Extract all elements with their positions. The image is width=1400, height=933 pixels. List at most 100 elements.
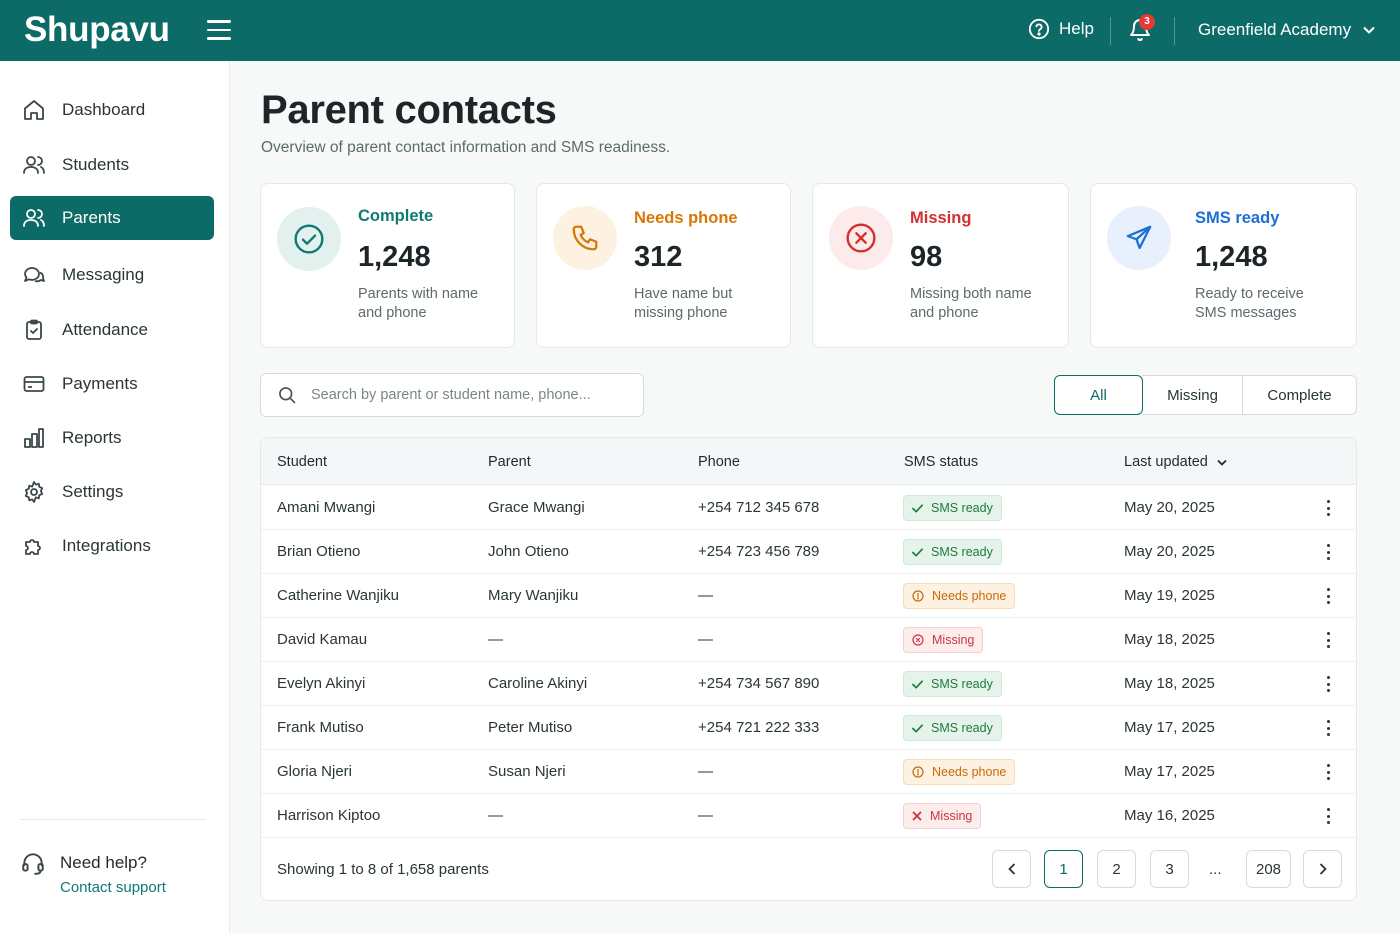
sidebar: Dashboard Students Parents Messaging Att…	[0, 61, 230, 933]
cell-phone: —	[698, 807, 713, 824]
check-icon	[912, 723, 923, 733]
table-row[interactable]: Amani Mwangi Grace Mwangi +254 712 345 678…	[261, 486, 1356, 530]
cell-student: Brian Otieno	[277, 543, 361, 560]
sidebar-item-parents[interactable]: Parents	[10, 196, 214, 240]
x-circle-icon	[912, 634, 924, 646]
card-value: 312	[634, 241, 683, 273]
cell-last-updated: May 20, 2025	[1124, 499, 1215, 516]
cell-parent: —	[488, 631, 503, 648]
card-value: 1,248	[358, 241, 431, 273]
menu-toggle-button[interactable]	[207, 20, 233, 42]
x-icon	[912, 811, 922, 821]
chevron-down-icon	[1217, 459, 1227, 466]
sidebar-item-settings[interactable]: Settings	[10, 470, 214, 514]
cell-parent: Grace Mwangi	[488, 499, 585, 516]
row-actions-icon[interactable]	[1324, 498, 1332, 518]
table-row[interactable]: Gloria Njeri Susan Njeri — Needs phone May 1…	[261, 750, 1356, 794]
status-badge: SMS ready	[903, 671, 1002, 697]
card-icon-circle	[553, 206, 617, 270]
sidebar-item-students[interactable]: Students	[10, 143, 214, 187]
divider	[1174, 17, 1175, 45]
filter-missing[interactable]: Missing	[1142, 375, 1243, 415]
check-icon	[912, 547, 923, 557]
page-button-last[interactable]: 208	[1246, 850, 1291, 888]
cell-last-updated: May 17, 2025	[1124, 763, 1215, 780]
sidebar-item-payments[interactable]: Payments	[10, 362, 214, 406]
contact-support-link[interactable]: Contact support	[60, 879, 166, 896]
status-badge: Needs phone	[903, 759, 1016, 785]
brand-logo[interactable]: Shupavu	[24, 10, 170, 50]
column-header-parent[interactable]: Parent	[488, 454, 531, 470]
alert-circle-icon	[912, 590, 924, 602]
prev-page-button[interactable]	[992, 850, 1031, 888]
help-button[interactable]: Help	[1028, 18, 1094, 40]
cell-student: Frank Mutiso	[277, 719, 364, 736]
card-icon-circle	[277, 207, 341, 271]
status-label: Needs phone	[932, 589, 1007, 603]
clipboard-check-icon	[26, 319, 42, 340]
users-icon	[23, 209, 45, 227]
check-circle-icon	[294, 224, 324, 254]
org-switcher[interactable]: Greenfield Academy	[1198, 20, 1375, 40]
column-header-phone[interactable]: Phone	[698, 454, 740, 470]
sidebar-item-label: Parents	[62, 208, 121, 227]
sidebar-divider	[20, 819, 206, 820]
filter-complete[interactable]: Complete	[1242, 375, 1357, 415]
card-icon-circle	[829, 206, 893, 270]
status-badge: Missing	[903, 627, 984, 653]
sidebar-item-attendance[interactable]: Attendance	[10, 308, 214, 352]
search-input[interactable]	[311, 387, 631, 403]
table-row[interactable]: Evelyn Akinyi Caroline Akinyi +254 734 567…	[261, 662, 1356, 706]
cell-student: Gloria Njeri	[277, 763, 353, 780]
column-header-last-updated[interactable]: Last updated	[1124, 454, 1227, 470]
cell-phone: —	[698, 631, 713, 648]
check-icon	[912, 679, 923, 689]
table-row[interactable]: David Kamau — — Missing May 18, 2025	[261, 618, 1356, 662]
column-header-sms-status[interactable]: SMS status	[904, 454, 978, 470]
org-name: Greenfield Academy	[1198, 20, 1352, 39]
table-row[interactable]: Brian Otieno John Otieno +254 723 456 789 S…	[261, 530, 1356, 574]
row-actions-icon[interactable]	[1324, 762, 1332, 782]
row-actions-icon[interactable]	[1324, 630, 1332, 650]
top-bar: Shupavu Help 3 Greenfield Academy	[0, 0, 1400, 61]
page-button-2[interactable]: 2	[1097, 850, 1136, 888]
row-actions-icon[interactable]	[1324, 542, 1332, 562]
stat-card-complete: Complete 1,248 Parents with name and pho…	[260, 183, 515, 348]
cell-parent: John Otieno	[488, 543, 569, 560]
table-row[interactable]: Catherine Wanjiku Mary Wanjiku — Needs phon…	[261, 574, 1356, 618]
card-label: Complete	[358, 207, 434, 225]
cell-phone: +254 721 222 333	[698, 719, 820, 736]
card-label: Missing	[910, 209, 972, 227]
sidebar-item-messaging[interactable]: Messaging	[10, 253, 214, 297]
stat-card-sms-ready: SMS ready 1,248 Ready to receive SMS mes…	[1090, 183, 1357, 348]
cell-parent: Susan Njeri	[488, 763, 566, 780]
page-button-1[interactable]: 1	[1044, 850, 1083, 888]
status-label: SMS ready	[931, 501, 993, 515]
next-page-button[interactable]	[1303, 850, 1342, 888]
row-actions-icon[interactable]	[1324, 718, 1332, 738]
column-header-student[interactable]: Student	[277, 454, 327, 470]
chevron-left-icon	[1007, 863, 1015, 875]
filter-all[interactable]: All	[1054, 375, 1143, 415]
bar-chart-icon	[24, 428, 44, 448]
row-actions-icon[interactable]	[1324, 806, 1332, 826]
status-label: SMS ready	[931, 545, 993, 559]
cell-last-updated: May 18, 2025	[1124, 631, 1215, 648]
row-actions-icon[interactable]	[1324, 586, 1332, 606]
page-button-3[interactable]: 3	[1150, 850, 1189, 888]
row-actions-icon[interactable]	[1324, 674, 1332, 694]
sidebar-item-label: Integrations	[62, 536, 151, 555]
home-icon	[24, 100, 44, 120]
cell-last-updated: May 16, 2025	[1124, 807, 1215, 824]
sidebar-item-reports[interactable]: Reports	[10, 416, 214, 460]
cell-phone: +254 723 456 789	[698, 543, 820, 560]
sidebar-item-integrations[interactable]: Integrations	[10, 524, 214, 568]
sidebar-item-dashboard[interactable]: Dashboard	[10, 88, 214, 132]
sidebar-item-label: Dashboard	[62, 100, 146, 119]
status-badge: SMS ready	[903, 715, 1002, 741]
cell-student: Amani Mwangi	[277, 499, 376, 516]
table-row[interactable]: Harrison Kiptoo — — Missing May 16, 2025	[261, 794, 1356, 838]
table-row[interactable]: Frank Mutiso Peter Mutiso +254 721 222 333…	[261, 706, 1356, 750]
status-label: SMS ready	[931, 721, 993, 735]
cell-last-updated: May 17, 2025	[1124, 719, 1215, 736]
